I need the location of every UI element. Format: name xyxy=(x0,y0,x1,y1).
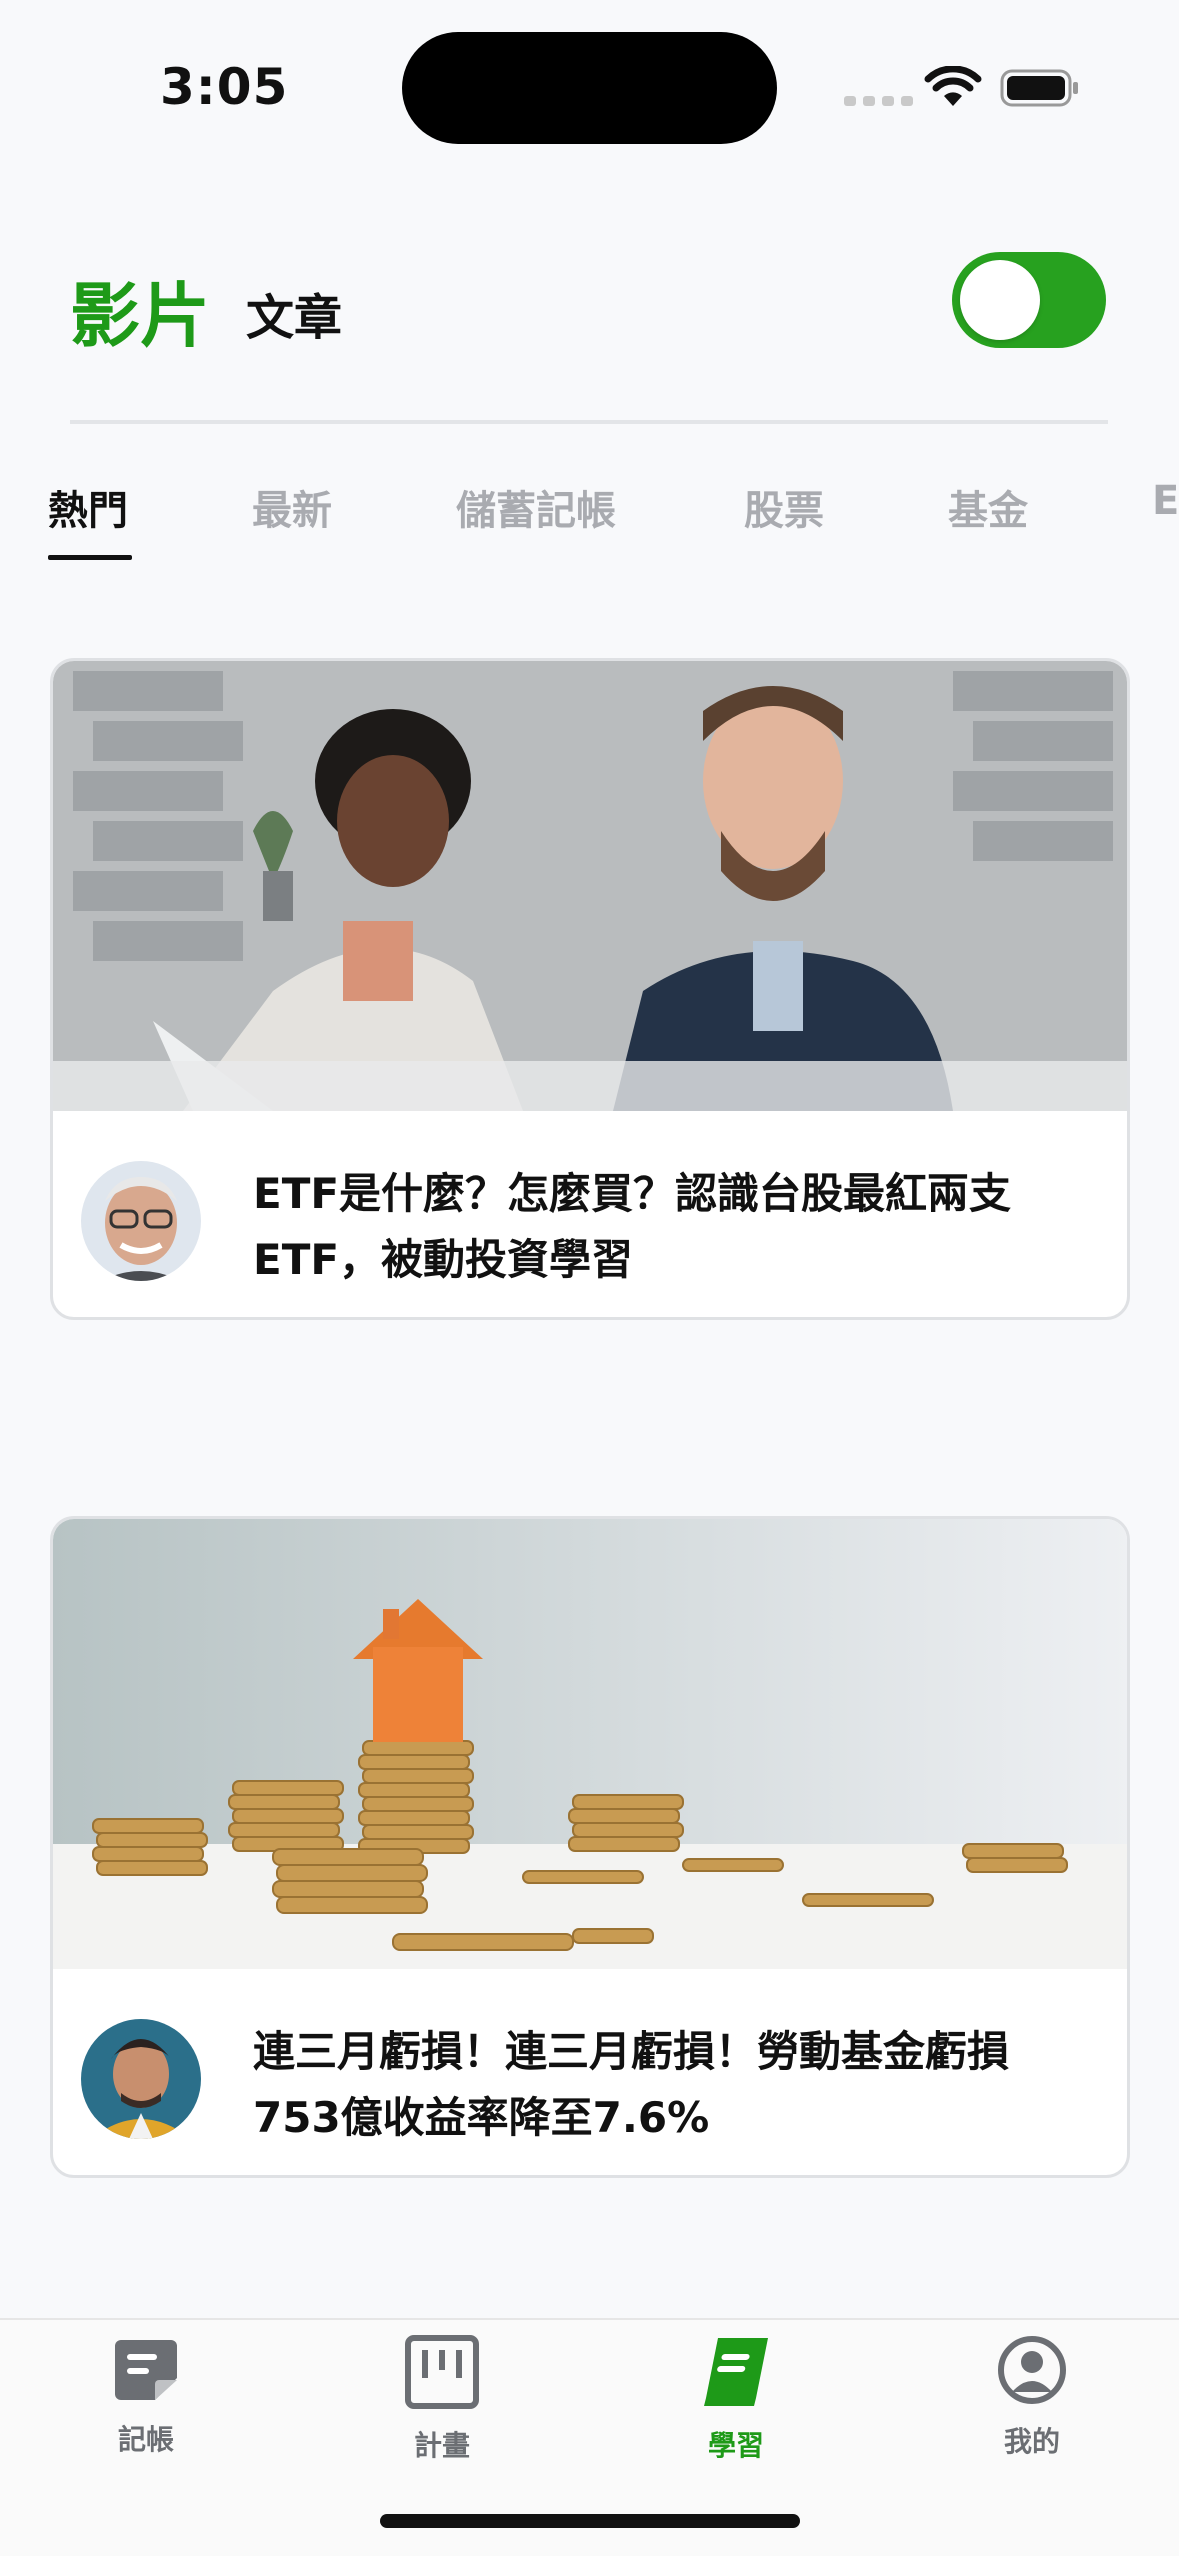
tabbar-label: 記帳 xyxy=(117,2423,174,2456)
tabbar-label: 學習 xyxy=(707,2429,764,2462)
card-title: ETF是什麼？怎麼買？認識台股最紅兩支 ETF，被動投資學習 xyxy=(253,1161,1113,1293)
home-indicator xyxy=(380,2514,800,2528)
toggle-knob xyxy=(960,260,1040,340)
note-icon xyxy=(115,2340,177,2400)
tab-article[interactable]: 文章 xyxy=(246,278,342,348)
category-tab-savings[interactable]: 儲蓄記帳 xyxy=(456,478,616,536)
card-title-line: ETF是什麼？怎麼買？認識台股最紅兩支 xyxy=(253,1169,1012,1218)
wifi-icon xyxy=(924,66,982,106)
category-tab-etf[interactable]: E xyxy=(1152,478,1179,524)
tabbar-item-plan[interactable]: 計畫 xyxy=(342,2334,542,2484)
board-icon xyxy=(405,2335,479,2409)
article-card[interactable]: 連三月虧損！連三月虧損！勞動基金虧損 753億收益率降至7.6% xyxy=(50,1516,1130,2178)
category-tab-funds[interactable]: 基金 xyxy=(948,478,1028,536)
learning-screen: 3:05 影片 文章 熱門 最新 儲蓄記帳 股票 基金 E ETF是什麼？怎麼買… xyxy=(0,0,1179,2556)
mode-toggle[interactable] xyxy=(952,252,1106,348)
cellular-signal-icon xyxy=(844,96,913,106)
card-image-house-coins xyxy=(53,1519,1127,1969)
card-title-line: 連三月虧損！連三月虧損！勞動基金虧損 xyxy=(253,2027,1010,2076)
battery-icon xyxy=(1000,69,1078,107)
header: 影片 文章 xyxy=(0,230,1179,370)
card-image-business-meeting xyxy=(53,661,1127,1111)
tabbar-item-profile[interactable]: 我的 xyxy=(932,2334,1132,2484)
tabbar-label: 我的 xyxy=(1003,2425,1060,2458)
category-tab-latest[interactable]: 最新 xyxy=(252,478,332,536)
author-avatar xyxy=(81,2019,201,2139)
author-avatar xyxy=(81,1161,201,1281)
status-bar: 3:05 xyxy=(0,0,1179,160)
article-card[interactable]: ETF是什麼？怎麼買？認識台股最紅兩支 ETF，被動投資學習 xyxy=(50,658,1130,1320)
tabbar-item-learn[interactable]: 學習 xyxy=(636,2334,836,2484)
card-title-line: 753億收益率降至7.6% xyxy=(253,2093,710,2142)
card-title: 連三月虧損！連三月虧損！勞動基金虧損 753億收益率降至7.6% xyxy=(253,2019,1113,2151)
book-icon xyxy=(704,2338,768,2406)
profile-icon xyxy=(998,2336,1066,2404)
tab-video[interactable]: 影片 xyxy=(70,260,210,361)
category-tabs: 熱門 最新 儲蓄記帳 股票 基金 E xyxy=(0,478,1179,568)
status-time: 3:05 xyxy=(160,58,289,116)
card-title-line: ETF，被動投資學習 xyxy=(253,1235,634,1284)
category-tab-stocks[interactable]: 股票 xyxy=(744,478,824,536)
dynamic-island xyxy=(402,32,777,144)
tabbar-label: 計畫 xyxy=(413,2429,470,2462)
category-tab-hot[interactable]: 熱門 xyxy=(48,478,128,536)
active-category-indicator xyxy=(48,555,132,560)
header-divider xyxy=(70,420,1108,424)
tabbar-item-accounting[interactable]: 記帳 xyxy=(46,2334,246,2484)
